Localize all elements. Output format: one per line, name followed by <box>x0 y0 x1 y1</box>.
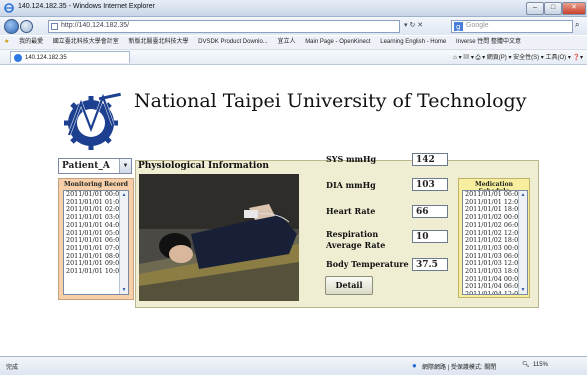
body-temperature-field[interactable]: 37.5 <box>412 258 448 271</box>
globe-icon: ● <box>412 361 417 370</box>
window-title: 140.124.182.35 - Windows Internet Explor… <box>18 3 155 10</box>
refresh-icon[interactable]: ▾ ↻ ✕ <box>404 21 423 29</box>
monitoring-record-title: Monitoring Record <box>64 181 128 188</box>
tab-ie-icon <box>14 54 22 62</box>
favorites-bar: ★ 我的最愛 國立臺北科技大學會計室 新版北醫臺北科技大學 DVSDK Prod… <box>0 36 587 50</box>
respiration-field[interactable]: 10 <box>412 230 448 243</box>
favorite-item[interactable]: Main Page - OpenKinect <box>305 36 370 49</box>
feeds-icon[interactable]: ▤ ▾ <box>463 55 475 61</box>
print-icon[interactable]: ⎙ ▾ <box>476 55 487 61</box>
page-menu[interactable]: 網頁(P) ▾ <box>487 55 512 61</box>
command-bar: ⌂ ▾ ▤ ▾ ⎙ ▾ 網頁(P) ▾ 安全性(S) ▾ 工具(O) ▾ ❓▾ <box>453 52 583 62</box>
address-bar: http://140.124.182.35/ ▾ ↻ ✕ g Google ⌕ <box>0 17 587 35</box>
safety-menu[interactable]: 安全性(S) ▾ <box>513 55 544 61</box>
favorite-item[interactable]: 我的最愛 <box>19 36 43 49</box>
zoom-icon[interactable]: 🔍︎ <box>522 361 530 368</box>
forward-button-icon[interactable] <box>20 20 33 33</box>
monitoring-scrollbar[interactable]: ▲ ▼ <box>119 191 128 294</box>
search-input[interactable]: g Google <box>451 20 573 33</box>
maximize-button[interactable]: □ <box>544 2 562 15</box>
favorite-item[interactable]: DVSDK Product Downlo... <box>198 36 268 49</box>
google-icon: g <box>454 22 463 31</box>
scroll-up-icon[interactable]: ▲ <box>519 191 527 199</box>
favorite-item[interactable]: Learning English - Home <box>380 36 446 49</box>
medication-schedule-list[interactable]: 2011/01/01 06:00 2011/01/01 12:00 2011/01/… <box>462 190 528 295</box>
monitoring-record-list[interactable]: 2011/01/01 00:00 2011/01/01 01:00 2011/01/… <box>63 190 129 295</box>
sys-label: SYS mmHg <box>326 154 377 164</box>
physiological-title: Physiological Information <box>138 161 269 171</box>
medication-schedule-panel: Medication Schedule 2011/01/01 06:002011… <box>458 178 530 298</box>
favorite-item[interactable]: 宜立人 <box>278 36 296 49</box>
zone-text: 網際網路 | 受保護模式: 關閉 <box>422 365 497 371</box>
favorites-star-icon[interactable]: ★ <box>4 36 9 49</box>
back-button-icon[interactable] <box>4 19 19 34</box>
patient-select-value: Patient_A <box>62 161 110 171</box>
home-icon[interactable]: ⌂ ▾ <box>453 55 463 61</box>
scroll-down-icon[interactable]: ▼ <box>519 286 527 294</box>
patient-photo <box>139 174 299 301</box>
ntut-logo <box>61 89 129 151</box>
tab-title: 140.124.182.35 <box>25 55 67 61</box>
help-icon[interactable]: ❓▾ <box>573 55 583 61</box>
svg-text:g: g <box>456 23 460 31</box>
medication-scrollbar[interactable]: ▲ ▼ <box>518 191 527 294</box>
monitoring-record-panel: Monitoring Record 2011/01/01 00:00 2011/0… <box>58 178 134 300</box>
body-temperature-label: Body Temperature <box>326 259 409 269</box>
dia-field[interactable]: 103 <box>412 178 448 191</box>
sys-field[interactable]: 142 <box>412 153 448 166</box>
favorite-item[interactable]: 國立臺北科技大學會計室 <box>53 36 119 49</box>
scroll-up-icon[interactable]: ▲ <box>120 191 128 199</box>
heart-rate-field[interactable]: 66 <box>412 205 448 218</box>
favorite-item[interactable]: Inverse 性問 整體中文意 <box>456 36 521 49</box>
zoom-level[interactable]: 115% <box>533 362 548 368</box>
browser-tab[interactable]: 140.124.182.35 <box>10 51 130 63</box>
search-placeholder: Google <box>466 22 489 29</box>
respiration-label: Respiration Average Rate <box>326 229 386 250</box>
status-text: 完成 <box>6 365 19 371</box>
patient-select[interactable]: Patient_A ▼ <box>58 158 132 174</box>
search-icon[interactable]: ⌕ <box>575 20 579 30</box>
tools-menu[interactable]: 工具(O) ▾ <box>546 55 571 61</box>
favorite-item[interactable]: 新版北醫臺北科技大學 <box>128 36 188 49</box>
minimize-button[interactable]: – <box>526 2 544 15</box>
chevron-down-icon[interactable]: ▼ <box>119 159 131 173</box>
url-field[interactable]: http://140.124.182.35/ <box>48 20 400 33</box>
status-bar: 完成 ● 網際網路 | 受保護模式: 關閉 🔍︎ 115% <box>0 356 587 375</box>
close-button[interactable]: ✕ <box>562 2 586 15</box>
page-icon <box>51 23 58 30</box>
page-title: National Taipei University of Technology <box>134 90 527 112</box>
heart-rate-label: Heart Rate <box>326 206 376 216</box>
dia-label: DIA mmHg <box>326 180 376 190</box>
tab-bar: 140.124.182.35 ⌂ ▾ ▤ ▾ ⎙ ▾ 網頁(P) ▾ 安全性(S… <box>0 50 587 65</box>
scroll-down-icon[interactable]: ▼ <box>120 286 128 294</box>
ie-logo-icon <box>4 3 14 13</box>
url-text: http://140.124.182.35/ <box>61 22 130 29</box>
detail-button[interactable]: Detail <box>325 276 373 295</box>
window-title-bar: 140.124.182.35 - Windows Internet Explor… <box>0 0 587 17</box>
